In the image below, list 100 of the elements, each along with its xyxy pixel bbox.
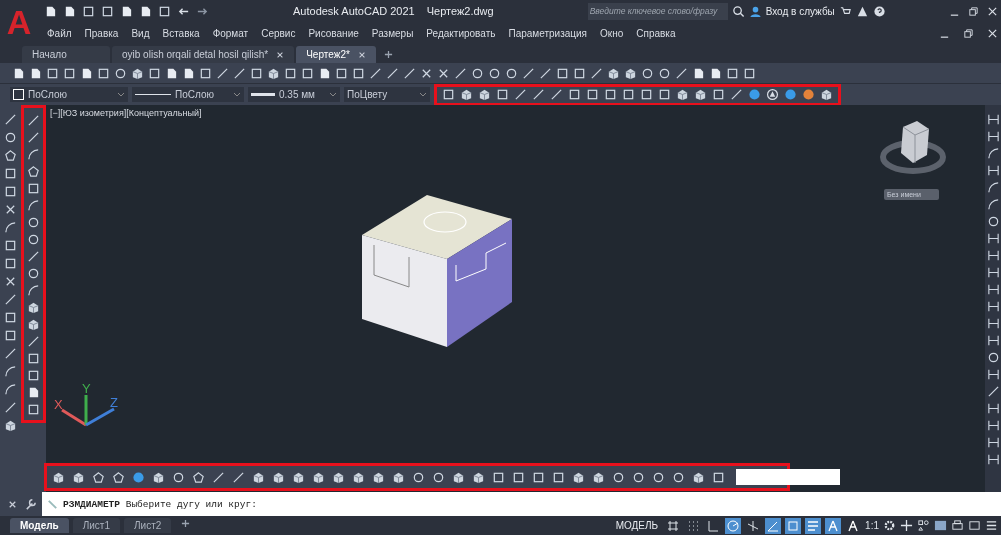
square-icon[interactable] — [573, 66, 586, 80]
cube-icon[interactable] — [607, 66, 620, 80]
caret-icon[interactable] — [117, 90, 125, 99]
annotation-toggle[interactable] — [825, 517, 842, 534]
arc-icon[interactable] — [4, 365, 17, 378]
arc-icon[interactable] — [27, 148, 40, 161]
page-icon[interactable] — [165, 66, 178, 80]
page-icon[interactable] — [44, 4, 57, 18]
square-icon[interactable] — [532, 470, 545, 484]
square-icon[interactable] — [658, 88, 671, 101]
square-icon[interactable] — [568, 88, 581, 101]
layout-tab[interactable]: Лист1 — [72, 518, 120, 533]
restore-icon[interactable] — [963, 27, 974, 39]
cube-icon[interactable] — [392, 470, 405, 484]
cross-icon[interactable] — [4, 275, 17, 288]
arc-icon[interactable] — [986, 181, 1000, 194]
menu-item[interactable]: Формат — [212, 27, 249, 39]
line-icon[interactable] — [232, 470, 245, 484]
cube-icon[interactable] — [52, 470, 65, 484]
square-icon[interactable] — [148, 66, 161, 80]
circle-icon[interactable] — [432, 470, 445, 484]
square-icon[interactable] — [712, 470, 725, 484]
page-icon[interactable] — [63, 4, 76, 18]
dimension-icon[interactable] — [986, 283, 1000, 296]
arc-icon[interactable] — [986, 147, 1000, 160]
linetype-dropdown[interactable]: ПоСлою — [132, 87, 244, 102]
plus-icon[interactable] — [383, 50, 393, 59]
line-icon[interactable] — [4, 347, 17, 360]
close-icon[interactable] — [276, 50, 285, 59]
menu-item[interactable]: Размеры — [371, 27, 414, 39]
restore-icon[interactable] — [968, 5, 979, 17]
angle-toggle[interactable] — [765, 517, 782, 534]
wrench-icon[interactable] — [24, 497, 37, 511]
square-icon[interactable] — [726, 66, 739, 80]
line-icon[interactable] — [986, 385, 1000, 398]
circle-icon[interactable] — [114, 66, 127, 80]
layout-tab[interactable]: Модель — [10, 518, 69, 533]
circle-icon[interactable] — [412, 470, 425, 484]
square-icon[interactable] — [27, 369, 40, 382]
dimension-icon[interactable] — [986, 334, 1000, 347]
cube-icon[interactable] — [267, 66, 280, 80]
dimension-icon[interactable] — [986, 436, 1000, 449]
circle-icon[interactable] — [986, 351, 1000, 364]
arc-icon[interactable] — [27, 199, 40, 212]
line-icon[interactable] — [4, 293, 17, 306]
cube-icon[interactable] — [452, 470, 465, 484]
square-icon[interactable] — [27, 352, 40, 365]
viewport-label[interactable]: [−][ЮЗ изометрия][Концептуальный] — [50, 108, 202, 118]
dimension-icon[interactable] — [986, 164, 1000, 177]
dimension-icon[interactable] — [986, 266, 1000, 279]
arc-icon[interactable] — [986, 198, 1000, 211]
cube-icon[interactable] — [472, 470, 485, 484]
line-icon[interactable] — [27, 131, 40, 144]
line-icon[interactable] — [539, 66, 552, 80]
circle-icon[interactable] — [658, 66, 671, 80]
line-icon[interactable] — [233, 66, 246, 80]
cube-icon[interactable] — [27, 301, 40, 314]
close-icon[interactable] — [987, 27, 998, 39]
line-icon[interactable] — [4, 401, 17, 414]
cube-icon[interactable] — [692, 470, 705, 484]
page-icon[interactable] — [27, 386, 40, 399]
page-icon[interactable] — [120, 4, 133, 18]
printer-icon[interactable] — [951, 519, 964, 532]
page-icon[interactable] — [29, 66, 42, 80]
circle-icon[interactable] — [612, 470, 625, 484]
search-field[interactable]: Введите ключевое слово/фразу — [587, 2, 728, 20]
triangle-logo-icon[interactable] — [855, 4, 869, 18]
shapes-icon[interactable] — [917, 519, 930, 532]
dimension-icon[interactable] — [986, 419, 1000, 432]
search-icon[interactable] — [731, 4, 745, 18]
square-icon[interactable] — [27, 403, 40, 416]
model-space-button[interactable]: МОДЕЛЬ — [615, 520, 659, 531]
arc-icon[interactable] — [4, 221, 17, 234]
square-icon[interactable] — [335, 66, 348, 80]
picture-icon[interactable] — [934, 519, 947, 532]
page-icon[interactable] — [139, 4, 152, 18]
square-icon[interactable] — [101, 4, 114, 18]
pentagon-icon[interactable] — [112, 470, 125, 484]
line-icon[interactable] — [386, 66, 399, 80]
page-icon[interactable] — [12, 66, 25, 80]
menu-item[interactable]: Файл — [47, 27, 72, 39]
close-icon[interactable] — [357, 50, 366, 59]
line-icon[interactable] — [454, 66, 467, 80]
circle-icon[interactable] — [672, 470, 685, 484]
menu-item[interactable]: Параметризация — [508, 27, 588, 39]
cube-icon[interactable] — [572, 470, 585, 484]
caret-icon[interactable] — [419, 90, 427, 99]
document-tab[interactable]: Начало — [22, 46, 110, 63]
page-icon[interactable] — [318, 66, 331, 80]
cube-icon[interactable] — [820, 88, 833, 101]
line-icon[interactable] — [514, 88, 527, 101]
square-icon[interactable] — [442, 88, 455, 101]
square-icon[interactable] — [712, 88, 725, 101]
menu-icon[interactable] — [985, 519, 998, 532]
line-icon[interactable] — [27, 335, 40, 348]
sphere-icon[interactable] — [132, 470, 145, 484]
sign-in-link[interactable]: Вход в службы — [765, 5, 835, 17]
line-icon[interactable] — [675, 66, 688, 80]
line-icon[interactable] — [369, 66, 382, 80]
annotation-scale[interactable]: 1:1 — [865, 520, 879, 531]
